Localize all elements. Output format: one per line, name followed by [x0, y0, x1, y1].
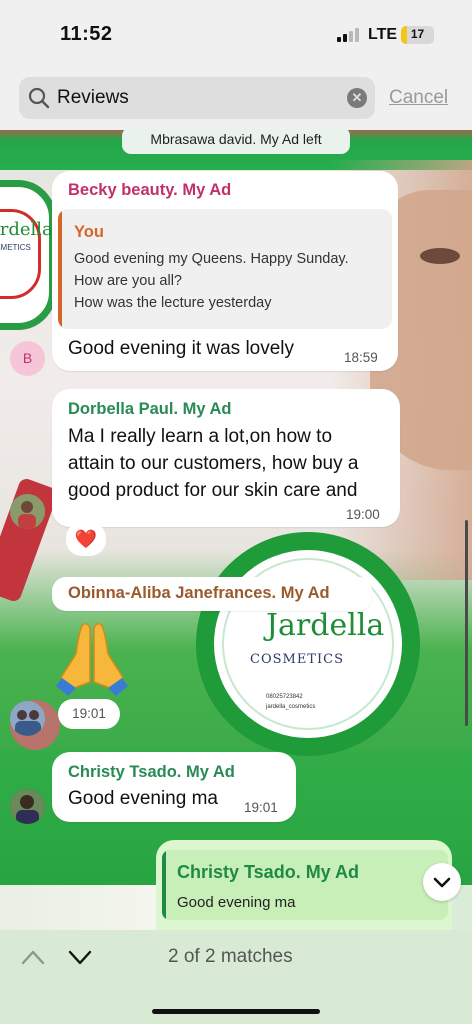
- brand-contact: 08025723842 jardella_cosmetics: [266, 692, 315, 712]
- message-bubble-becky[interactable]: Becky beauty. My Ad You Good evening my …: [52, 171, 398, 371]
- sender-name[interactable]: Christy Tsado. My Ad: [68, 763, 235, 782]
- brand-phone: 08025723842: [266, 694, 303, 700]
- message-bubble-christy[interactable]: Christy Tsado. My Ad Good evening ma 19:…: [52, 752, 296, 822]
- chevron-up-icon[interactable]: [21, 948, 45, 966]
- search-icon: [28, 87, 50, 109]
- message-line: attain to our customers, how buy a: [68, 453, 359, 474]
- brand-subtitle: COSMETICS: [250, 652, 344, 667]
- outgoing-message-bubble[interactable]: Christy Tsado. My Ad Good evening ma: [156, 840, 452, 930]
- avatar-photo-icon: [10, 701, 45, 736]
- left-logo-text: ardella: [0, 219, 53, 240]
- battery-icon: 17: [401, 26, 434, 44]
- network-type: LTE: [368, 26, 398, 43]
- message-line: good product for our skin care and: [68, 480, 358, 501]
- avatar[interactable]: [10, 494, 45, 529]
- home-indicator[interactable]: [152, 1009, 320, 1014]
- quote-line: How was the lecture yesterday: [74, 295, 272, 311]
- avatar[interactable]: [10, 789, 45, 824]
- message-time: 19:00: [346, 507, 380, 522]
- avatar-photo-icon: [10, 494, 45, 529]
- search-input[interactable]: Reviews ✕: [19, 77, 375, 119]
- left-brand-logo: ardella OSMETICS: [0, 180, 56, 330]
- folded-hands-icon[interactable]: [54, 620, 130, 696]
- sender-name[interactable]: Becky beauty. My Ad: [68, 181, 231, 200]
- scrollbar[interactable]: [465, 520, 468, 726]
- brand-name: Jardella: [266, 608, 385, 643]
- message-text: Good evening ma: [68, 788, 218, 809]
- brand-circle-logo: Jardella COSMETICS 08025723842 jardella_…: [196, 532, 420, 756]
- message-time: 18:59: [344, 350, 378, 365]
- scroll-to-bottom-button[interactable]: [423, 863, 461, 901]
- brand-handle: jardella_cosmetics: [266, 704, 316, 710]
- heart-reaction[interactable]: ❤️: [66, 522, 106, 556]
- search-results-bar: 2 of 2 matches: [0, 930, 472, 1024]
- battery-level: 17: [410, 27, 425, 41]
- clear-search-icon[interactable]: ✕: [347, 88, 367, 108]
- status-time: 11:52: [60, 23, 113, 45]
- sender-name[interactable]: Obinna-Aliba Janefrances. My Ad: [68, 584, 330, 603]
- avatar-initial: B: [22, 350, 33, 366]
- quote-line: How are you all?: [74, 273, 182, 289]
- left-logo-sub: OSMETICS: [0, 243, 31, 252]
- message-time: 19:01: [58, 699, 120, 729]
- quote-sender: Christy Tsado. My Ad: [177, 862, 360, 882]
- system-notice: Mbrasawa david. My Ad left: [122, 127, 350, 154]
- quote-sender: You: [74, 223, 104, 241]
- cellular-signal-icon: [337, 28, 359, 42]
- sender-label-bubble[interactable]: Obinna-Aliba Janefrances. My Ad: [52, 577, 372, 611]
- chevron-down-icon[interactable]: [68, 948, 92, 966]
- message-text: Good evening it was lovely: [68, 338, 295, 359]
- match-count: 2 of 2 matches: [168, 946, 293, 967]
- chevron-down-icon: [433, 877, 451, 888]
- background-eye: [420, 248, 460, 264]
- quote-line: Good evening ma: [177, 894, 296, 911]
- message-time: 19:01: [244, 800, 278, 815]
- avatar[interactable]: [10, 701, 45, 736]
- search-query[interactable]: Reviews: [57, 87, 129, 109]
- cancel-button[interactable]: Cancel: [389, 87, 448, 109]
- sender-name[interactable]: Dorbella Paul. My Ad: [68, 400, 232, 419]
- reply-quote[interactable]: You Good evening my Queens. Happy Sunday…: [58, 209, 392, 329]
- quote-line: Good evening my Queens. Happy Sunday.: [74, 251, 349, 267]
- message-bubble-dorbella[interactable]: Dorbella Paul. My Ad Ma I really learn a…: [52, 389, 400, 527]
- message-line: Ma I really learn a lot,on how to: [68, 426, 333, 447]
- status-bar: 11:52 LTE 17: [0, 0, 472, 68]
- avatar[interactable]: B: [10, 341, 45, 376]
- reply-quote[interactable]: Christy Tsado. My Ad Good evening ma: [162, 850, 448, 920]
- search-bar: Reviews ✕ Cancel: [0, 68, 472, 130]
- avatar-photo-icon: [10, 789, 45, 824]
